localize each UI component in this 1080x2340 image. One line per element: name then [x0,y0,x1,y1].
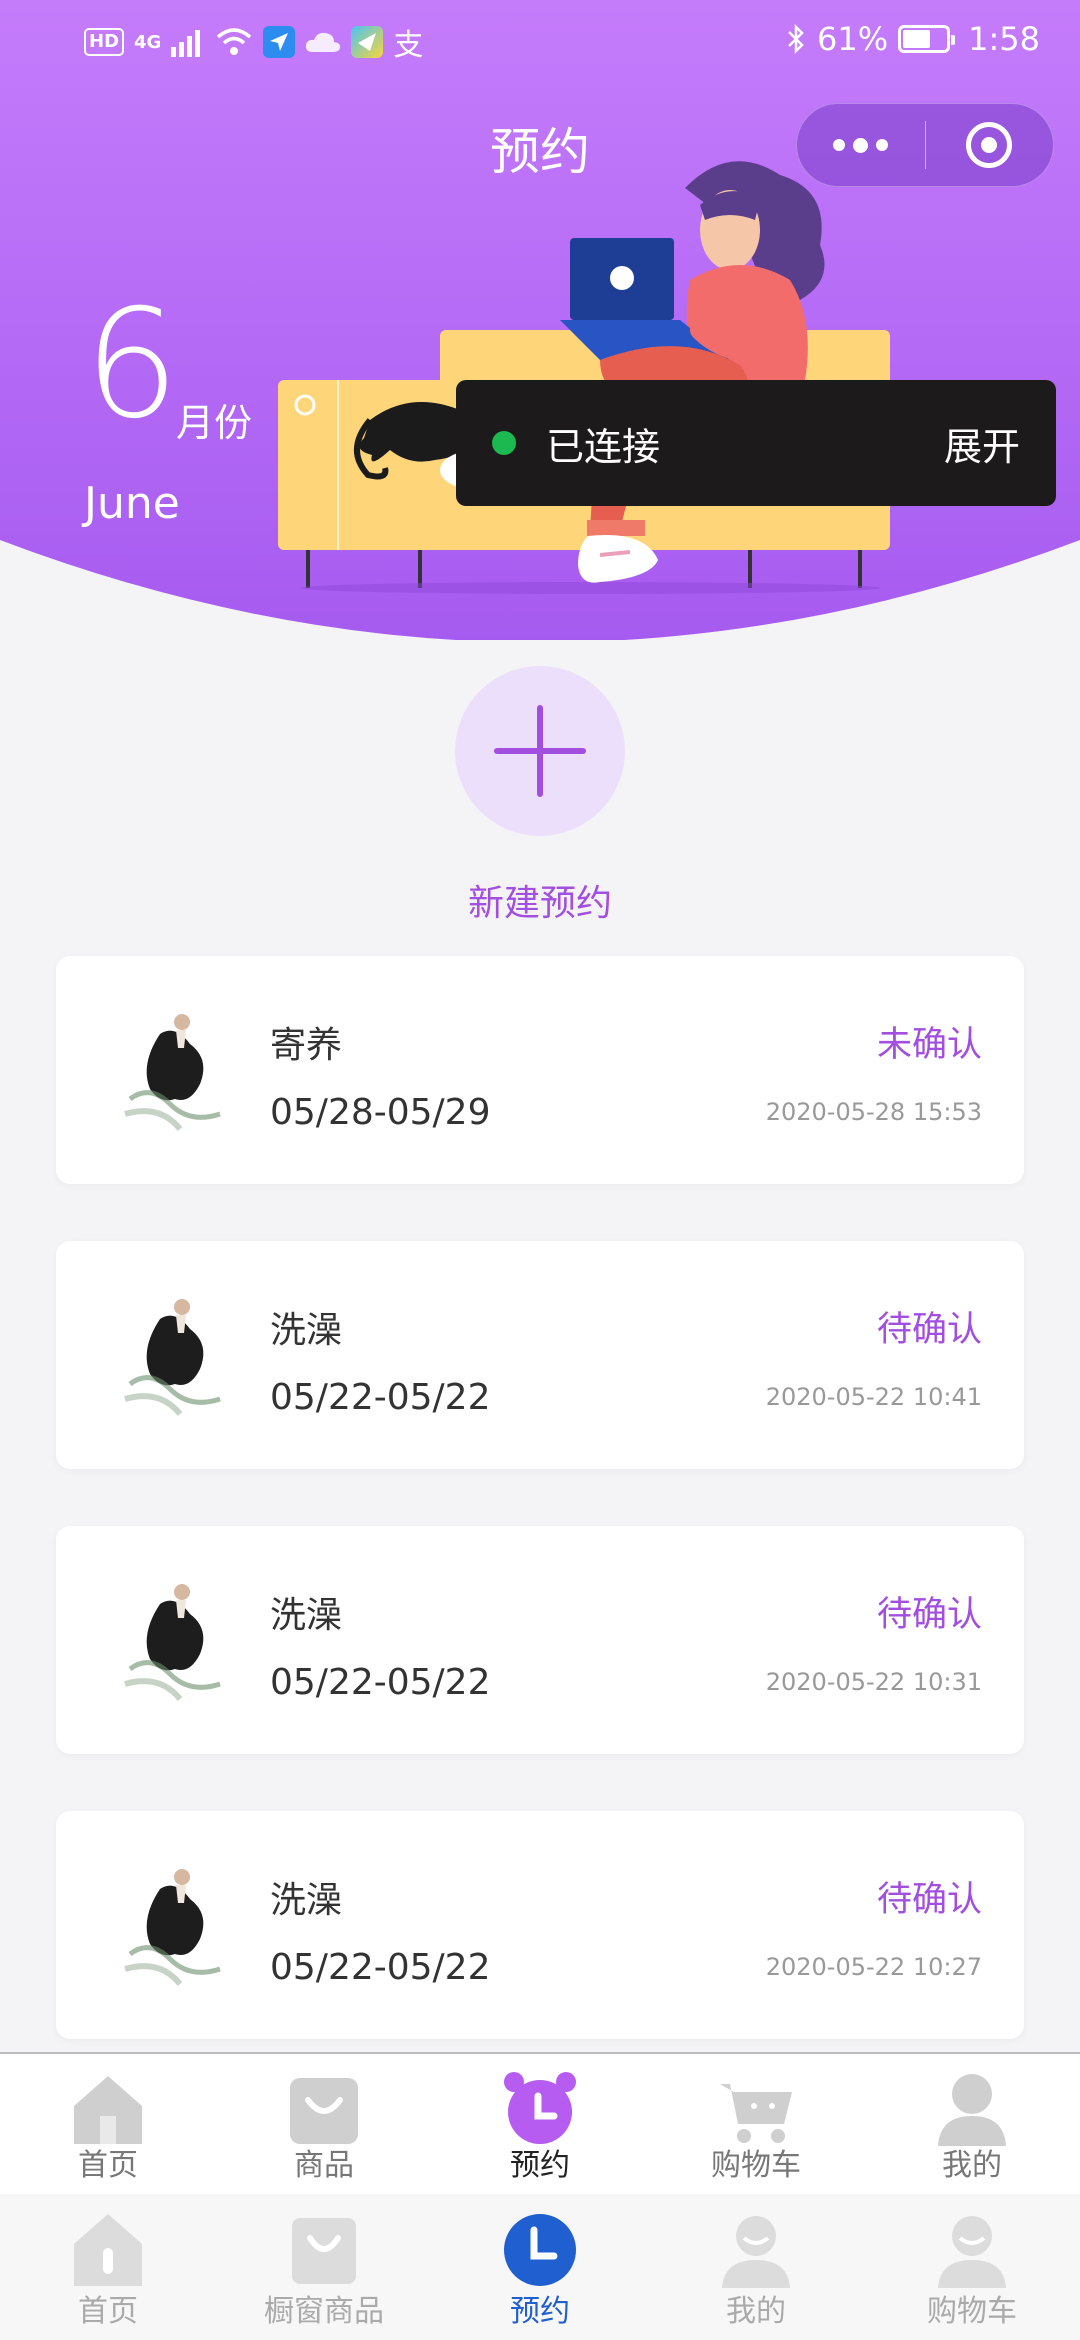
tab-cart[interactable]: 购物车 [648,2054,864,2194]
tab-home[interactable]: 首页 [0,2194,216,2340]
date-range: 05/22-05/22 [270,1947,491,1988]
tab-label: 我的 [942,2148,1002,2183]
service-name: 洗澡 [270,1310,343,1351]
signal-icon [171,30,201,57]
hd-icon: HD [84,28,125,56]
user-icon [722,2216,790,2288]
pet-thumbnail-image [124,1584,221,1701]
new-booking-button[interactable] [455,666,625,836]
bag-icon [290,2078,358,2144]
status-badge: 未确认 [876,1025,982,1065]
month-english: June [84,478,180,529]
status-bar: HD 4G 支 61% 1:58 [0,0,1080,80]
created-time: 2020-05-28 15:53 [765,1098,982,1126]
month-number: 6 [84,278,180,452]
tab-label: 我的 [726,2294,786,2329]
app-notification-icon [263,26,296,58]
mini-program-tabbar: 首页 商品 预约 购物车 我的 [0,2052,1080,2194]
date-range: 05/22-05/22 [270,1377,491,1418]
status-badge: 待确认 [876,1595,982,1635]
connection-status-text: 已连接 [546,424,661,469]
tab-label: 商品 [294,2148,354,2183]
tab-cart[interactable]: 购物车 [864,2194,1080,2340]
tab-label: 橱窗商品 [264,2294,384,2329]
expand-button[interactable]: 展开 [944,416,1020,471]
alipay-icon: 支 [393,28,424,63]
tab-label: 首页 [78,2294,138,2329]
month-suffix: 月份 [176,401,253,445]
pet-thumbnail-image [124,1299,221,1416]
tab-label: 购物车 [927,2294,1017,2329]
mini-program-capsule [796,103,1054,187]
tab-mine[interactable]: 我的 [864,2054,1080,2194]
cloud-icon [306,32,341,52]
tab-label: 预约 [510,2294,570,2329]
bottom-tabbar: 首页 橱窗商品 预约 我的 购物车 [0,2194,1080,2340]
bluetooth-icon [788,23,804,55]
clock-time: 1:58 [968,20,1040,58]
alarm-clock-icon [504,2072,576,2144]
close-mini-program-button[interactable] [926,103,1054,187]
connection-toast: 已连接 展开 [456,380,1056,506]
created-time: 2020-05-22 10:41 [765,1383,982,1411]
tab-showcase-products[interactable]: 橱窗商品 [216,2194,432,2340]
pet-thumbnail-image [124,1014,221,1131]
network-type-icon: 4G [134,31,162,53]
status-badge: 待确认 [876,1880,982,1920]
tab-label: 首页 [78,2148,138,2183]
more-dot-icon [853,137,869,153]
battery-percent: 61% [817,20,889,58]
more-button[interactable] [797,103,925,187]
tab-label: 购物车 [711,2148,801,2183]
tab-booking[interactable]: 预约 [432,2054,648,2194]
wifi-icon [217,28,252,55]
created-time: 2020-05-22 10:31 [765,1668,982,1696]
tab-mine[interactable]: 我的 [648,2194,864,2340]
service-name: 洗澡 [270,1595,343,1636]
tab-label: 预约 [510,2148,570,2183]
appointment-card[interactable]: 洗澡 05/22-05/22 待确认 2020-05-22 10:41 [56,1241,1024,1469]
user-icon [938,2216,1006,2288]
appointment-card[interactable]: 洗澡 05/22-05/22 待确认 2020-05-22 10:27 [56,1811,1024,2039]
target-icon [966,122,1013,168]
appointment-card[interactable]: 寄养 05/28-05/29 未确认 2020-05-28 15:53 [56,956,1024,1184]
date-range: 05/28-05/29 [270,1092,491,1133]
connected-dot-icon [492,431,516,455]
tab-products[interactable]: 商品 [216,2054,432,2194]
status-badge: 待确认 [876,1310,982,1350]
more-dot-icon [876,139,889,151]
pet-thumbnail-image [124,1869,221,1986]
user-icon [938,2074,1006,2146]
tab-home[interactable]: 首页 [0,2054,216,2194]
home-icon [74,2214,142,2286]
bag-icon [292,2218,356,2284]
new-booking-label[interactable]: 新建预约 [0,874,1080,926]
appointment-card[interactable]: 洗澡 05/22-05/22 待确认 2020-05-22 10:31 [56,1526,1024,1754]
appointment-list: 寄养 05/28-05/29 未确认 2020-05-28 15:53 洗澡 0… [56,956,1024,2096]
created-time: 2020-05-22 10:27 [765,1953,982,1981]
service-name: 寄养 [270,1025,343,1066]
map-app-icon [351,26,384,58]
battery-icon [898,25,956,53]
service-name: 洗澡 [270,1880,343,1921]
tab-booking[interactable]: 预约 [432,2194,648,2340]
more-dot-icon [833,139,846,151]
header: HD 4G 支 61% 1:58 预约 6 月份 June 已连接 展开 [0,0,1080,640]
plus-icon [494,705,586,797]
clock-icon [504,2214,576,2286]
home-icon [74,2076,142,2144]
cart-icon [720,2084,792,2143]
date-range: 05/22-05/22 [270,1662,491,1703]
